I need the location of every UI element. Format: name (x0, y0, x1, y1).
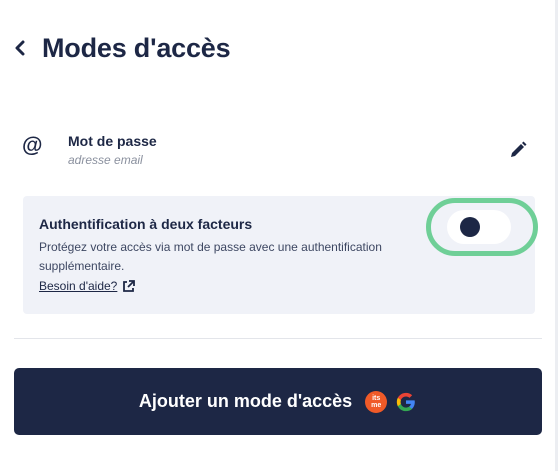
add-access-mode-button[interactable]: Ajouter un mode d'accès its me (14, 368, 542, 435)
pencil-icon (511, 141, 527, 157)
two-factor-title: Authentification à deux facteurs (39, 216, 253, 232)
two-factor-toggle[interactable] (447, 210, 511, 244)
external-link-icon (123, 279, 136, 292)
page-title: Modes d'accès (42, 32, 231, 63)
help-link-label: Besoin d'aide? (39, 279, 118, 293)
divider (14, 338, 542, 339)
chevron-left-icon (15, 40, 25, 56)
itsme-logo-text: its me (371, 394, 382, 409)
google-logo-icon (396, 392, 415, 411)
edit-button[interactable] (508, 140, 528, 160)
add-button-label: Ajouter un mode d'accès (138, 391, 353, 411)
toggle-knob (460, 217, 480, 237)
help-link[interactable]: Besoin d'aide? (39, 279, 136, 293)
back-button[interactable] (14, 28, 36, 68)
page-header: Modes d'accès (14, 28, 231, 68)
method-subtitle: adresse email (68, 153, 143, 167)
access-method-password: @ Mot de passe adresse email (22, 128, 534, 178)
at-icon: @ (22, 134, 43, 157)
method-title: Mot de passe (68, 133, 157, 149)
two-factor-description: Protégez votre accès via mot de passe av… (39, 240, 382, 273)
itsme-logo: its me (365, 390, 388, 413)
